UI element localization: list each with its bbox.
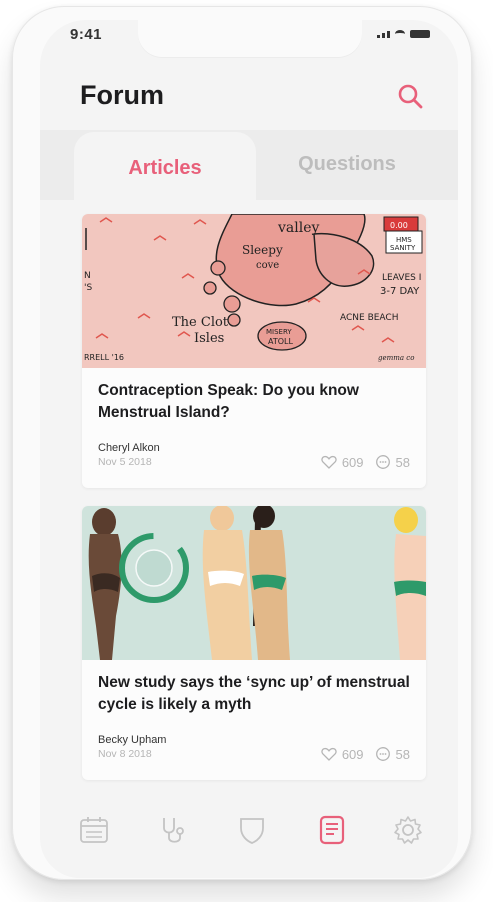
map-label-signature: RRELL '16 — [84, 353, 124, 362]
map-label-leaves: LEAVES I — [382, 273, 421, 283]
status-time: 9:41 — [70, 26, 103, 43]
article-title[interactable]: Contraception Speak: Do you know Menstru… — [98, 380, 410, 424]
map-label-days: 3-7 DAY — [380, 286, 420, 297]
article-date: Nov 8 2018 — [98, 748, 152, 760]
search-icon[interactable] — [396, 82, 424, 110]
article-card[interactable]: valley Sleepy cove N 'S The Clot Isles M… — [82, 214, 426, 488]
calendar-icon[interactable] — [78, 814, 110, 846]
article-image-women — [82, 506, 426, 660]
map-label-sleepy: Sleepy — [242, 243, 283, 257]
article-stats: 609 58 — [321, 454, 410, 470]
map-label-clot: The Clot — [172, 315, 229, 330]
map-label-isles: Isles — [194, 331, 224, 346]
map-label-acne-beach: ACNE BEACH — [340, 313, 398, 323]
heart-icon[interactable] — [321, 747, 337, 761]
page-title: Forum — [80, 80, 164, 110]
wifi-icon — [395, 30, 405, 38]
likes-count: 609 — [341, 746, 364, 762]
status-icons — [377, 30, 430, 38]
article-stats: 609 58 — [321, 746, 410, 762]
article-title[interactable]: New study says the ‘sync up’ of menstrua… — [98, 672, 410, 716]
article-date: Nov 5 2018 — [98, 456, 152, 468]
phone-notch — [138, 20, 362, 58]
map-label-hms: HMS — [396, 236, 412, 244]
heart-icon[interactable] — [321, 455, 337, 469]
comment-icon[interactable] — [375, 454, 391, 470]
map-label-atoll: ATOLL — [268, 337, 293, 346]
shield-icon[interactable] — [236, 814, 268, 846]
map-label-counter: 0.00 — [390, 221, 408, 230]
comment-icon[interactable] — [375, 746, 391, 762]
article-image-map: valley Sleepy cove N 'S The Clot Isles M… — [82, 214, 426, 368]
comments-count: 58 — [395, 746, 410, 762]
tab-articles[interactable]: Articles — [74, 132, 256, 204]
bottom-nav — [40, 800, 458, 860]
app-screen: 9:41 Forum Articles Questions valley Sle… — [40, 20, 458, 878]
article-author: Cheryl Alkon — [98, 442, 160, 454]
comments-count: 58 — [395, 454, 410, 470]
phone-frame: 9:41 Forum Articles Questions valley Sle… — [12, 6, 472, 880]
article-author: Becky Upham — [98, 734, 167, 746]
likes-count: 609 — [341, 454, 364, 470]
map-label-credit: gemma co — [378, 354, 414, 362]
signal-icon — [377, 30, 390, 38]
tab-questions[interactable]: Questions — [256, 132, 438, 196]
map-label-cove: cove — [256, 260, 279, 271]
map-label-misery: MISERY — [266, 328, 292, 336]
gear-icon[interactable] — [392, 814, 424, 846]
map-label-sanity: SANITY — [390, 244, 416, 252]
map-label-valley: valley — [277, 220, 319, 236]
article-card[interactable]: New study says the ‘sync up’ of menstrua… — [82, 506, 426, 780]
battery-icon — [410, 30, 430, 38]
article-icon[interactable] — [316, 814, 348, 846]
stethoscope-icon[interactable] — [158, 814, 190, 846]
map-label-n: N — [84, 271, 91, 281]
map-label-s: 'S — [84, 283, 92, 293]
